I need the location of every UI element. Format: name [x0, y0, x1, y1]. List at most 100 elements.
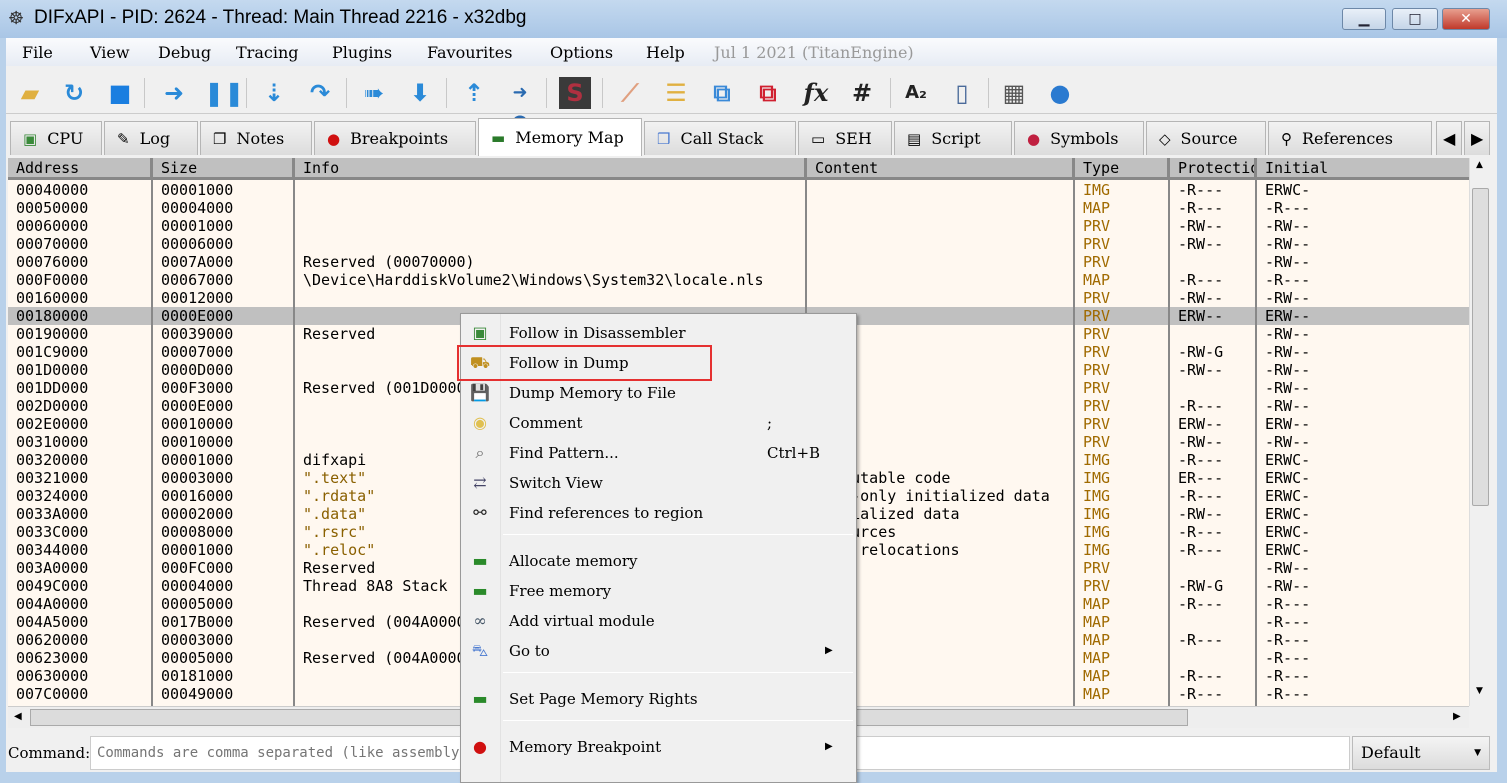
hash-icon[interactable]: # — [846, 77, 878, 109]
menu-tracing[interactable]: Tracing — [236, 43, 298, 62]
menu-item-follow-in-disassembler[interactable]: ▣ Follow in Disassembler — [461, 318, 856, 348]
tab-script[interactable]: ▤ Script — [894, 121, 1012, 155]
source-icon: ◇ — [1159, 130, 1171, 148]
run-to-user-code-icon[interactable]: ➜☻ — [504, 77, 536, 135]
scroll-right-arrow[interactable]: ▶ — [1453, 711, 1461, 722]
menu-file[interactable]: File — [22, 43, 53, 62]
goto-icon: ⛍ — [471, 641, 489, 660]
column-initial[interactable]: Initial — [1257, 158, 1469, 180]
tab-seh[interactable]: ▭ SEH — [798, 121, 892, 155]
menu-item-go-to[interactable]: ⛍ Go to ▶ — [461, 636, 856, 666]
menu-item-memory-breakpoint[interactable]: ● Memory Breakpoint ▶ — [461, 732, 856, 762]
column-info[interactable]: Info — [295, 158, 807, 180]
close-button[interactable]: ✕ — [1442, 8, 1490, 30]
column-content[interactable]: Content — [807, 158, 1075, 180]
tab-references[interactable]: ⚲ References — [1268, 121, 1432, 155]
menu-debug[interactable]: Debug — [158, 43, 211, 62]
menu-plugins[interactable]: Plugins — [332, 43, 392, 62]
bookmark-icon[interactable]: ⧉ — [752, 77, 784, 109]
tab-notes[interactable]: ❐ Notes — [200, 121, 312, 155]
calculator-device-icon[interactable]: ▯ — [946, 77, 978, 109]
initial-cell: -RW-- — [1265, 379, 1311, 397]
info-cell: Reserved (001D0000) — [303, 379, 475, 397]
menu-favourites[interactable]: Favourites — [427, 43, 512, 62]
menu-item-set-page-memory-rights[interactable]: ▬ Set Page Memory Rights — [461, 684, 856, 714]
pause-icon[interactable]: ❚❚ — [204, 77, 244, 109]
maximize-button[interactable]: □ — [1392, 8, 1438, 30]
tab-scroll-left[interactable]: ◀ — [1436, 121, 1462, 155]
tab-symbols[interactable]: ● Symbols — [1014, 121, 1144, 155]
tab-call-stack[interactable]: ❒ Call Stack — [644, 121, 796, 155]
scroll-left-arrow[interactable]: ◀ — [14, 711, 22, 722]
tab-cpu[interactable]: ▣ CPU — [10, 121, 102, 155]
globe-icon[interactable]: ● — [1044, 77, 1076, 109]
table-row[interactable]: 00050000 00004000 MAP -R--- -R--- — [8, 199, 1469, 217]
menu-item-add-virtual-module[interactable]: ∞ Add virtual module — [461, 606, 856, 636]
step-into-icon[interactable]: ⇣ — [258, 77, 290, 109]
strings-icon[interactable]: A₂ — [900, 77, 932, 109]
minimize-button[interactable]: ▁ — [1342, 8, 1386, 30]
type-cell: MAP — [1083, 649, 1111, 667]
calculator-icon[interactable]: ▦ — [998, 77, 1030, 109]
table-row[interactable]: 00060000 00001000 PRV -RW-- -RW-- — [8, 217, 1469, 235]
run-icon[interactable]: ➜ — [158, 77, 190, 109]
column-type[interactable]: Type — [1075, 158, 1170, 180]
step-over-icon[interactable]: ↷ — [304, 77, 336, 109]
type-cell: MAP — [1083, 685, 1111, 703]
label-icon[interactable]: ⧉ — [706, 77, 738, 109]
column-protection[interactable]: Protection — [1170, 158, 1257, 180]
mode-dropdown[interactable]: Default ▼ — [1352, 736, 1490, 770]
menu-separator — [503, 672, 853, 673]
table-row[interactable]: 00040000 00001000 IMG -R--- ERWC- — [8, 181, 1469, 199]
open-icon[interactable]: ▰ — [14, 77, 46, 109]
restart-icon[interactable]: ↻ — [58, 77, 90, 109]
table-row[interactable]: 00076000 0007A000 Reserved (00070000) PRV -R… — [8, 253, 1469, 271]
initial-cell: -R--- — [1265, 667, 1311, 685]
comment-icon[interactable]: ☰ — [660, 77, 692, 109]
info-cell: Reserved (004A0000) — [303, 649, 475, 667]
tab-log[interactable]: ✎ Log — [104, 121, 198, 155]
address-cell: 00180000 — [16, 307, 89, 325]
tab-source[interactable]: ◇ Source — [1146, 121, 1266, 155]
column-address[interactable]: Address — [8, 158, 153, 180]
type-cell: IMG — [1083, 469, 1111, 487]
menu-item-find-pattern[interactable]: ⌕ Find Pattern... Ctrl+B — [461, 438, 856, 468]
menu-item-find-references-to-region[interactable]: ⚯ Find references to region — [461, 498, 856, 528]
function-icon[interactable]: fx — [800, 77, 832, 109]
scroll-down-arrow[interactable]: ▼ — [1476, 686, 1483, 696]
address-cell: 0033A000 — [16, 505, 89, 523]
info-cell: difxapi — [303, 451, 367, 469]
tab-memory-map[interactable]: ▬ Memory Map — [478, 118, 642, 156]
menu-view[interactable]: View — [90, 43, 130, 62]
menu-item-allocate-memory[interactable]: ▬ Allocate memory — [461, 546, 856, 576]
protection-cell: -RW-- — [1178, 361, 1224, 379]
scroll-thumb[interactable] — [1472, 188, 1489, 506]
menu-item-free-memory[interactable]: ▬ Free memory — [461, 576, 856, 606]
table-row[interactable]: 00070000 00006000 PRV -RW-- -RW-- — [8, 235, 1469, 253]
protection-cell: -RW-G — [1178, 343, 1224, 361]
scroll-up-arrow[interactable]: ▲ — [1476, 160, 1483, 170]
tab-scroll-right[interactable]: ▶ — [1464, 121, 1490, 155]
vertical-scrollbar[interactable]: ▲ ▼ — [1469, 158, 1491, 706]
patch-icon[interactable]: ⟋ — [614, 77, 646, 109]
menu-item-dump-memory-to-file[interactable]: 💾 Dump Memory to File — [461, 378, 856, 408]
trace-into-icon[interactable]: ➠ — [358, 77, 390, 109]
address-cell: 002D0000 — [16, 397, 89, 415]
execute-till-return-icon[interactable]: ⇡ — [458, 77, 490, 109]
protection-cell: -RW-G — [1178, 577, 1224, 595]
trace-over-icon[interactable]: ⬇ — [404, 77, 436, 109]
menu-item-switch-view[interactable]: ⇄ Switch View — [461, 468, 856, 498]
stop-icon[interactable]: ■ — [104, 77, 136, 109]
type-cell: IMG — [1083, 451, 1111, 469]
table-row[interactable]: 000F0000 00067000 \Device\HarddiskVolume2\… — [8, 271, 1469, 289]
table-row[interactable]: 00160000 00012000 PRV -RW-- -RW-- — [8, 289, 1469, 307]
type-cell: MAP — [1083, 667, 1111, 685]
menu-item-label: Memory Breakpoint — [509, 738, 662, 756]
scylla-icon[interactable]: S — [559, 77, 591, 109]
menu-options[interactable]: Options — [550, 43, 613, 62]
tab-breakpoints[interactable]: ● Breakpoints — [314, 121, 476, 155]
menu-help[interactable]: Help — [646, 43, 685, 62]
column-size[interactable]: Size — [153, 158, 295, 180]
info-cell: Reserved (00070000) — [303, 253, 475, 271]
menu-item-comment[interactable]: ◉ Comment; — [461, 408, 856, 438]
